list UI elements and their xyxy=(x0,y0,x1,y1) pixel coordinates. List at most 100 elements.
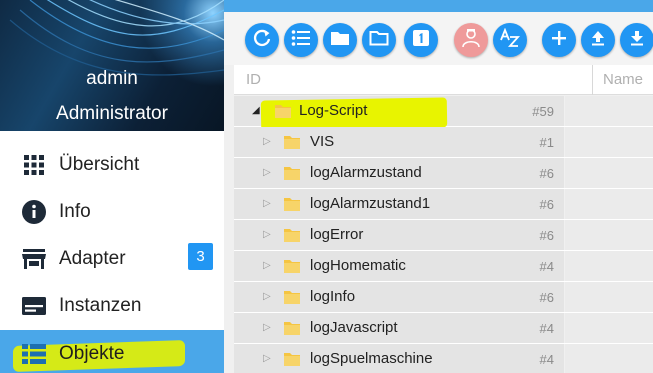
folder-icon xyxy=(283,164,301,182)
list-view-button[interactable] xyxy=(284,23,318,57)
refresh-button[interactable] xyxy=(245,23,279,57)
expanded-arrow-icon[interactable]: ◢ xyxy=(252,105,260,116)
column-divider xyxy=(592,65,593,95)
child-count: #4 xyxy=(539,352,554,367)
name-cell xyxy=(565,282,653,312)
nav-item-info[interactable]: Info xyxy=(0,188,224,235)
collapsed-arrow-icon[interactable]: ▷ xyxy=(263,291,271,302)
nav-label: Instanzen xyxy=(59,294,142,316)
download-button[interactable] xyxy=(620,23,653,57)
nav-label: Übersicht xyxy=(59,153,140,175)
tree-row[interactable]: ▷ logAlarmzustand1 #6 xyxy=(234,189,653,220)
child-count: #4 xyxy=(539,321,554,336)
number-one-icon xyxy=(412,29,430,52)
tree-row[interactable]: ▷ logHomematic #4 xyxy=(234,251,653,282)
download-icon xyxy=(628,29,646,52)
folder-icon xyxy=(283,350,301,368)
folder-icon xyxy=(283,257,301,275)
column-header-name[interactable]: Name xyxy=(603,71,643,88)
folder-icon xyxy=(283,226,301,244)
name-cell xyxy=(565,251,653,281)
collapsed-arrow-icon[interactable]: ▷ xyxy=(263,198,271,209)
tree-row[interactable]: ▷ logAlarmzustand #6 xyxy=(234,158,653,189)
tree-row-label: logInfo xyxy=(310,288,356,305)
child-count: #6 xyxy=(539,228,554,243)
child-count: #59 xyxy=(532,104,554,119)
user-name: admin xyxy=(86,68,138,89)
name-cell xyxy=(565,127,653,157)
list-view-icon xyxy=(291,29,311,52)
sidebar: admin Administrator Übersicht Info Adapt… xyxy=(0,0,224,373)
folder-icon xyxy=(274,102,292,120)
grid-header: ID Name xyxy=(234,65,653,95)
collapsed-arrow-icon[interactable]: ▷ xyxy=(263,260,271,271)
column-header-id[interactable]: ID xyxy=(246,71,261,88)
nav-label: Adapter xyxy=(59,247,126,269)
tree-row[interactable]: ▷ logJavascript #4 xyxy=(234,313,653,344)
nav-menu: Übersicht Info Adapter 3 Instanzen Objek… xyxy=(0,141,224,373)
nav-item-objekte[interactable]: Objekte xyxy=(0,330,224,373)
collapsed-arrow-icon[interactable]: ▷ xyxy=(263,353,271,364)
nav-item-uebersicht[interactable]: Übersicht xyxy=(0,141,224,188)
tree-row[interactable]: ▷ logInfo #6 xyxy=(234,282,653,313)
instances-icon xyxy=(21,293,47,319)
child-count: #6 xyxy=(539,197,554,212)
nav-item-instanzen[interactable]: Instanzen xyxy=(0,282,224,329)
tree-row[interactable]: ▷ logSpuelmaschine #4 xyxy=(234,344,653,373)
adapter-update-badge: 3 xyxy=(188,243,213,270)
child-count: #6 xyxy=(539,166,554,181)
name-cell xyxy=(565,313,653,343)
folder-icon xyxy=(283,133,301,151)
tree-row[interactable]: ▷ VIS #1 xyxy=(234,127,653,158)
nav-label: Info xyxy=(59,200,91,222)
tree-row-label: logSpuelmaschine xyxy=(310,350,433,367)
info-icon xyxy=(21,199,47,225)
tree-row-label: VIS xyxy=(310,133,335,150)
add-icon xyxy=(550,29,568,52)
refresh-icon xyxy=(252,28,272,53)
tree-row[interactable]: ▷ logError #6 xyxy=(234,220,653,251)
expand-one-level-button[interactable] xyxy=(404,23,438,57)
nav-item-adapter[interactable]: Adapter 3 xyxy=(0,235,224,282)
sort-az-icon xyxy=(499,27,521,53)
name-cell xyxy=(565,96,653,126)
nav-label: Objekte xyxy=(59,342,125,364)
tree-row-label: logAlarmzustand1 xyxy=(310,195,431,212)
collapsed-arrow-icon[interactable]: ▷ xyxy=(263,229,271,240)
tree-row-label: Log-Script xyxy=(299,102,368,119)
expert-mode-icon xyxy=(460,27,482,54)
folder-icon xyxy=(283,319,301,337)
objects-toolbar xyxy=(224,12,653,65)
add-object-button[interactable] xyxy=(542,23,576,57)
collapsed-arrow-icon[interactable]: ▷ xyxy=(263,167,271,178)
tree-row[interactable]: ◢ Log-Script #59 xyxy=(234,96,653,131)
expand-all-button[interactable] xyxy=(362,23,396,57)
upload-button[interactable] xyxy=(581,23,615,57)
collapsed-arrow-icon[interactable]: ▷ xyxy=(263,136,271,147)
user-header: admin Administrator xyxy=(0,0,224,131)
tree-row-label: logAlarmzustand xyxy=(310,164,422,181)
object-tree: ◢ Log-Script #59 ▷ VIS #1 ▷ logAlarmzust… xyxy=(234,96,653,373)
objects-panel: ID Name ◢ Log-Script #59 ▷ VIS #1 ▷ logA… xyxy=(224,0,653,373)
name-cell xyxy=(565,344,653,373)
folder-icon xyxy=(283,288,301,306)
list-icon xyxy=(21,341,47,367)
tree-row-label: logHomematic xyxy=(310,257,406,274)
store-icon xyxy=(21,246,47,272)
collapsed-arrow-icon[interactable]: ▷ xyxy=(263,322,271,333)
grid-icon xyxy=(21,152,47,178)
name-cell xyxy=(565,220,653,250)
folder-icon xyxy=(283,195,301,213)
folder-filled-icon xyxy=(330,30,350,51)
collapse-all-button[interactable] xyxy=(323,23,357,57)
sort-az-button[interactable] xyxy=(493,23,527,57)
child-count: #4 xyxy=(539,259,554,274)
upload-icon xyxy=(589,29,607,52)
tree-row-label: logJavascript xyxy=(310,319,398,336)
name-cell xyxy=(565,158,653,188)
folder-outline-icon xyxy=(369,30,389,51)
expert-mode-button[interactable] xyxy=(454,23,488,57)
name-cell xyxy=(565,189,653,219)
child-count: #6 xyxy=(539,290,554,305)
child-count: #1 xyxy=(539,135,554,150)
